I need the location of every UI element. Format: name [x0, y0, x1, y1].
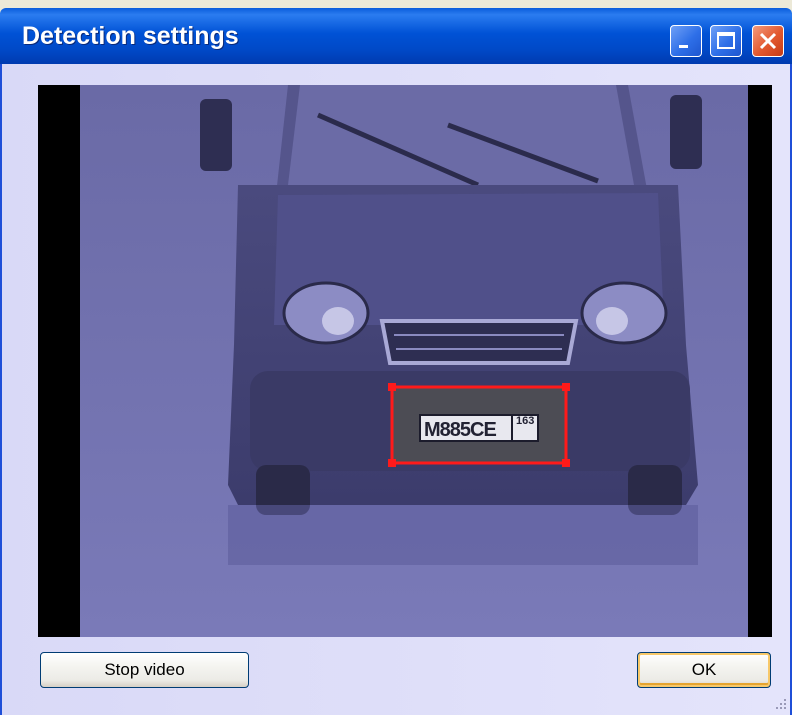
close-icon — [759, 32, 777, 50]
license-plate-number: M885CE — [424, 419, 497, 441]
resize-grip-icon[interactable] — [774, 697, 788, 711]
minimize-icon — [679, 45, 688, 48]
license-plate-region: 163 — [516, 415, 535, 427]
window-title: Detection settings — [22, 22, 239, 50]
maximize-icon — [717, 32, 735, 49]
detection-settings-window: Detection settings M885CE 163 Stop video… — [0, 0, 792, 715]
close-button[interactable] — [752, 25, 784, 57]
camera-frame — [38, 85, 772, 637]
maximize-button[interactable] — [710, 25, 742, 57]
video-preview[interactable]: M885CE 163 — [38, 85, 772, 637]
stop-video-button[interactable]: Stop video — [40, 652, 249, 688]
ok-button[interactable]: OK — [637, 652, 771, 688]
title-bar[interactable]: Detection settings — [0, 8, 792, 64]
minimize-button[interactable] — [670, 25, 702, 57]
